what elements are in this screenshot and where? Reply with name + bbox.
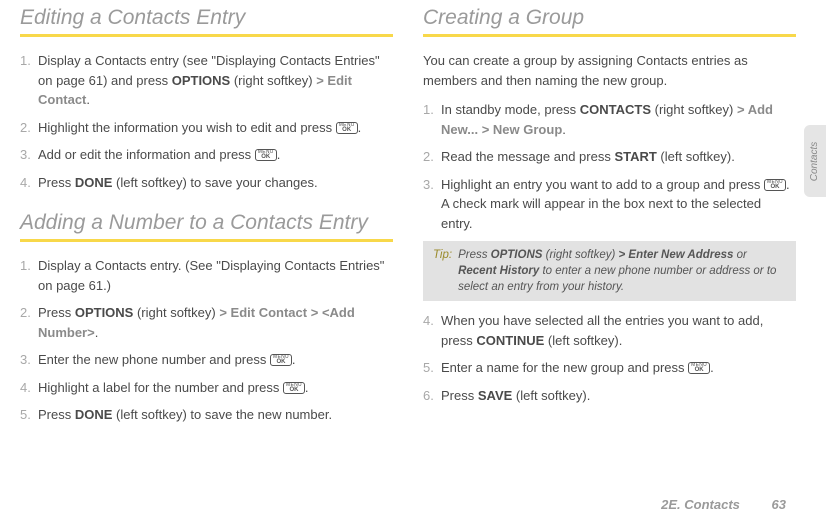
page-footer: 2E. Contacts 63: [661, 497, 786, 512]
tip-body: Press OPTIONS (right softkey) > Enter Ne…: [458, 247, 786, 295]
step: 2.Highlight the information you wish to …: [38, 118, 393, 138]
side-tab: Contacts: [804, 125, 826, 197]
menu-ok-icon: MENUOK: [764, 179, 786, 191]
steps-editing: 1.Display a Contacts entry (see "Display…: [20, 51, 393, 192]
steps-group-a: 1.In standby mode, press CONTACTS (right…: [423, 100, 796, 233]
step: 1.Display a Contacts entry. (See "Displa…: [38, 256, 393, 295]
menu-ok-icon: MENUOK: [283, 382, 305, 394]
side-tab-label: Contacts: [810, 141, 821, 180]
left-column: Editing a Contacts Entry 1.Display a Con…: [20, 5, 393, 433]
step: 3.Enter the new phone number and press M…: [38, 350, 393, 370]
heading-adding: Adding a Number to a Contacts Entry: [20, 210, 393, 235]
step: 5.Enter a name for the new group and pre…: [441, 358, 796, 378]
tip-label: Tip:: [433, 247, 452, 295]
rule: [423, 34, 796, 37]
menu-ok-icon: MENUOK: [255, 149, 277, 161]
step: 6.Press SAVE (left softkey).: [441, 386, 796, 406]
step: 5.Press DONE (left softkey) to save the …: [38, 405, 393, 425]
menu-ok-icon: MENUOK: [270, 354, 292, 366]
steps-adding: 1.Display a Contacts entry. (See "Displa…: [20, 256, 393, 425]
menu-ok-icon: MENUOK: [688, 362, 710, 374]
intro-text: You can create a group by assigning Cont…: [423, 51, 796, 90]
step: 4.Press DONE (left softkey) to save your…: [38, 173, 393, 193]
heading-editing: Editing a Contacts Entry: [20, 5, 393, 30]
step: 4.When you have selected all the entries…: [441, 311, 796, 350]
steps-group-b: 4.When you have selected all the entries…: [423, 311, 796, 405]
menu-ok-icon: MENUOK: [336, 122, 358, 134]
rule: [20, 239, 393, 242]
step: 3.Add or edit the information and press …: [38, 145, 393, 165]
step: 2.Press OPTIONS (right softkey) > Edit C…: [38, 303, 393, 342]
right-column: Creating a Group You can create a group …: [423, 5, 796, 433]
step: 1.Display a Contacts entry (see "Display…: [38, 51, 393, 110]
step: 4.Highlight a label for the number and p…: [38, 378, 393, 398]
step: 1.In standby mode, press CONTACTS (right…: [441, 100, 796, 139]
tip-box: Tip: Press OPTIONS (right softkey) > Ent…: [423, 241, 796, 301]
footer-section: 2E. Contacts: [661, 497, 740, 512]
footer-page: 63: [772, 497, 786, 512]
step: 2.Read the message and press START (left…: [441, 147, 796, 167]
rule: [20, 34, 393, 37]
heading-group: Creating a Group: [423, 5, 796, 30]
step: 3.Highlight an entry you want to add to …: [441, 175, 796, 234]
